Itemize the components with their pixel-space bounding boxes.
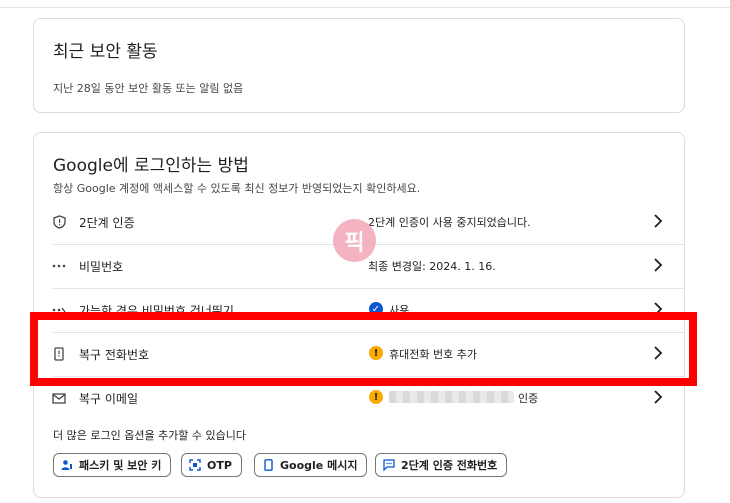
card-subtitle: 항상 Google 계정에 액세스할 수 있도록 최신 정보가 반영되었는지 확… (53, 182, 421, 195)
person-key-icon (61, 459, 73, 471)
passkey-chip-button[interactable]: 패스키 및 보안 키 (53, 453, 172, 477)
chevron-right-icon (651, 213, 665, 229)
watermark-logo: 픽 (333, 219, 376, 262)
top-bar (0, 0, 730, 8)
redacted-email (389, 391, 514, 403)
warning-icon: ! (369, 390, 383, 404)
recent-security-activity-card[interactable]: 최근 보안 활동 지난 28일 동안 보안 활동 또는 알림 없음 (33, 18, 685, 113)
message-icon (383, 459, 395, 471)
row-value: 인증 (518, 392, 539, 405)
chevron-right-icon (651, 389, 665, 405)
mail-icon (52, 391, 66, 405)
smartphone-icon (262, 459, 274, 471)
watermark-text: 픽 (344, 230, 365, 256)
more-options-text: 더 많은 로그인 옵션을 추가할 수 있습니다 (53, 429, 247, 442)
annotation-highlight-box (30, 312, 697, 386)
card-title: Google에 로그인하는 방법 (53, 156, 249, 176)
row-label: 복구 이메일 (79, 392, 139, 406)
chip-label: OTP (207, 458, 232, 472)
shield-icon (52, 215, 66, 229)
otp-chip-button[interactable]: OTP (181, 453, 242, 477)
2step-phone-chip-button[interactable]: 2단계 인증 전화번호 (375, 453, 508, 477)
row-value: 2단계 인증이 사용 중지되었습니다. (368, 216, 531, 229)
card-title: 최근 보안 활동 (53, 42, 158, 62)
card-description: 지난 28일 동안 보안 활동 또는 알림 없음 (53, 82, 244, 95)
qr-scan-icon (189, 459, 201, 471)
chip-label: Google 메시지 (280, 459, 358, 472)
password-dots-icon (52, 259, 66, 273)
chip-label: 2단계 인증 전화번호 (401, 459, 498, 472)
google-messages-chip-button[interactable]: Google 메시지 (254, 453, 368, 477)
row-label: 2단계 인증 (79, 216, 135, 230)
row-label: 비밀번호 (79, 260, 124, 274)
row-value: 최종 변경일: 2024. 1. 16. (368, 260, 496, 273)
chip-label: 패스키 및 보안 키 (79, 459, 162, 472)
chevron-right-icon (651, 257, 665, 273)
